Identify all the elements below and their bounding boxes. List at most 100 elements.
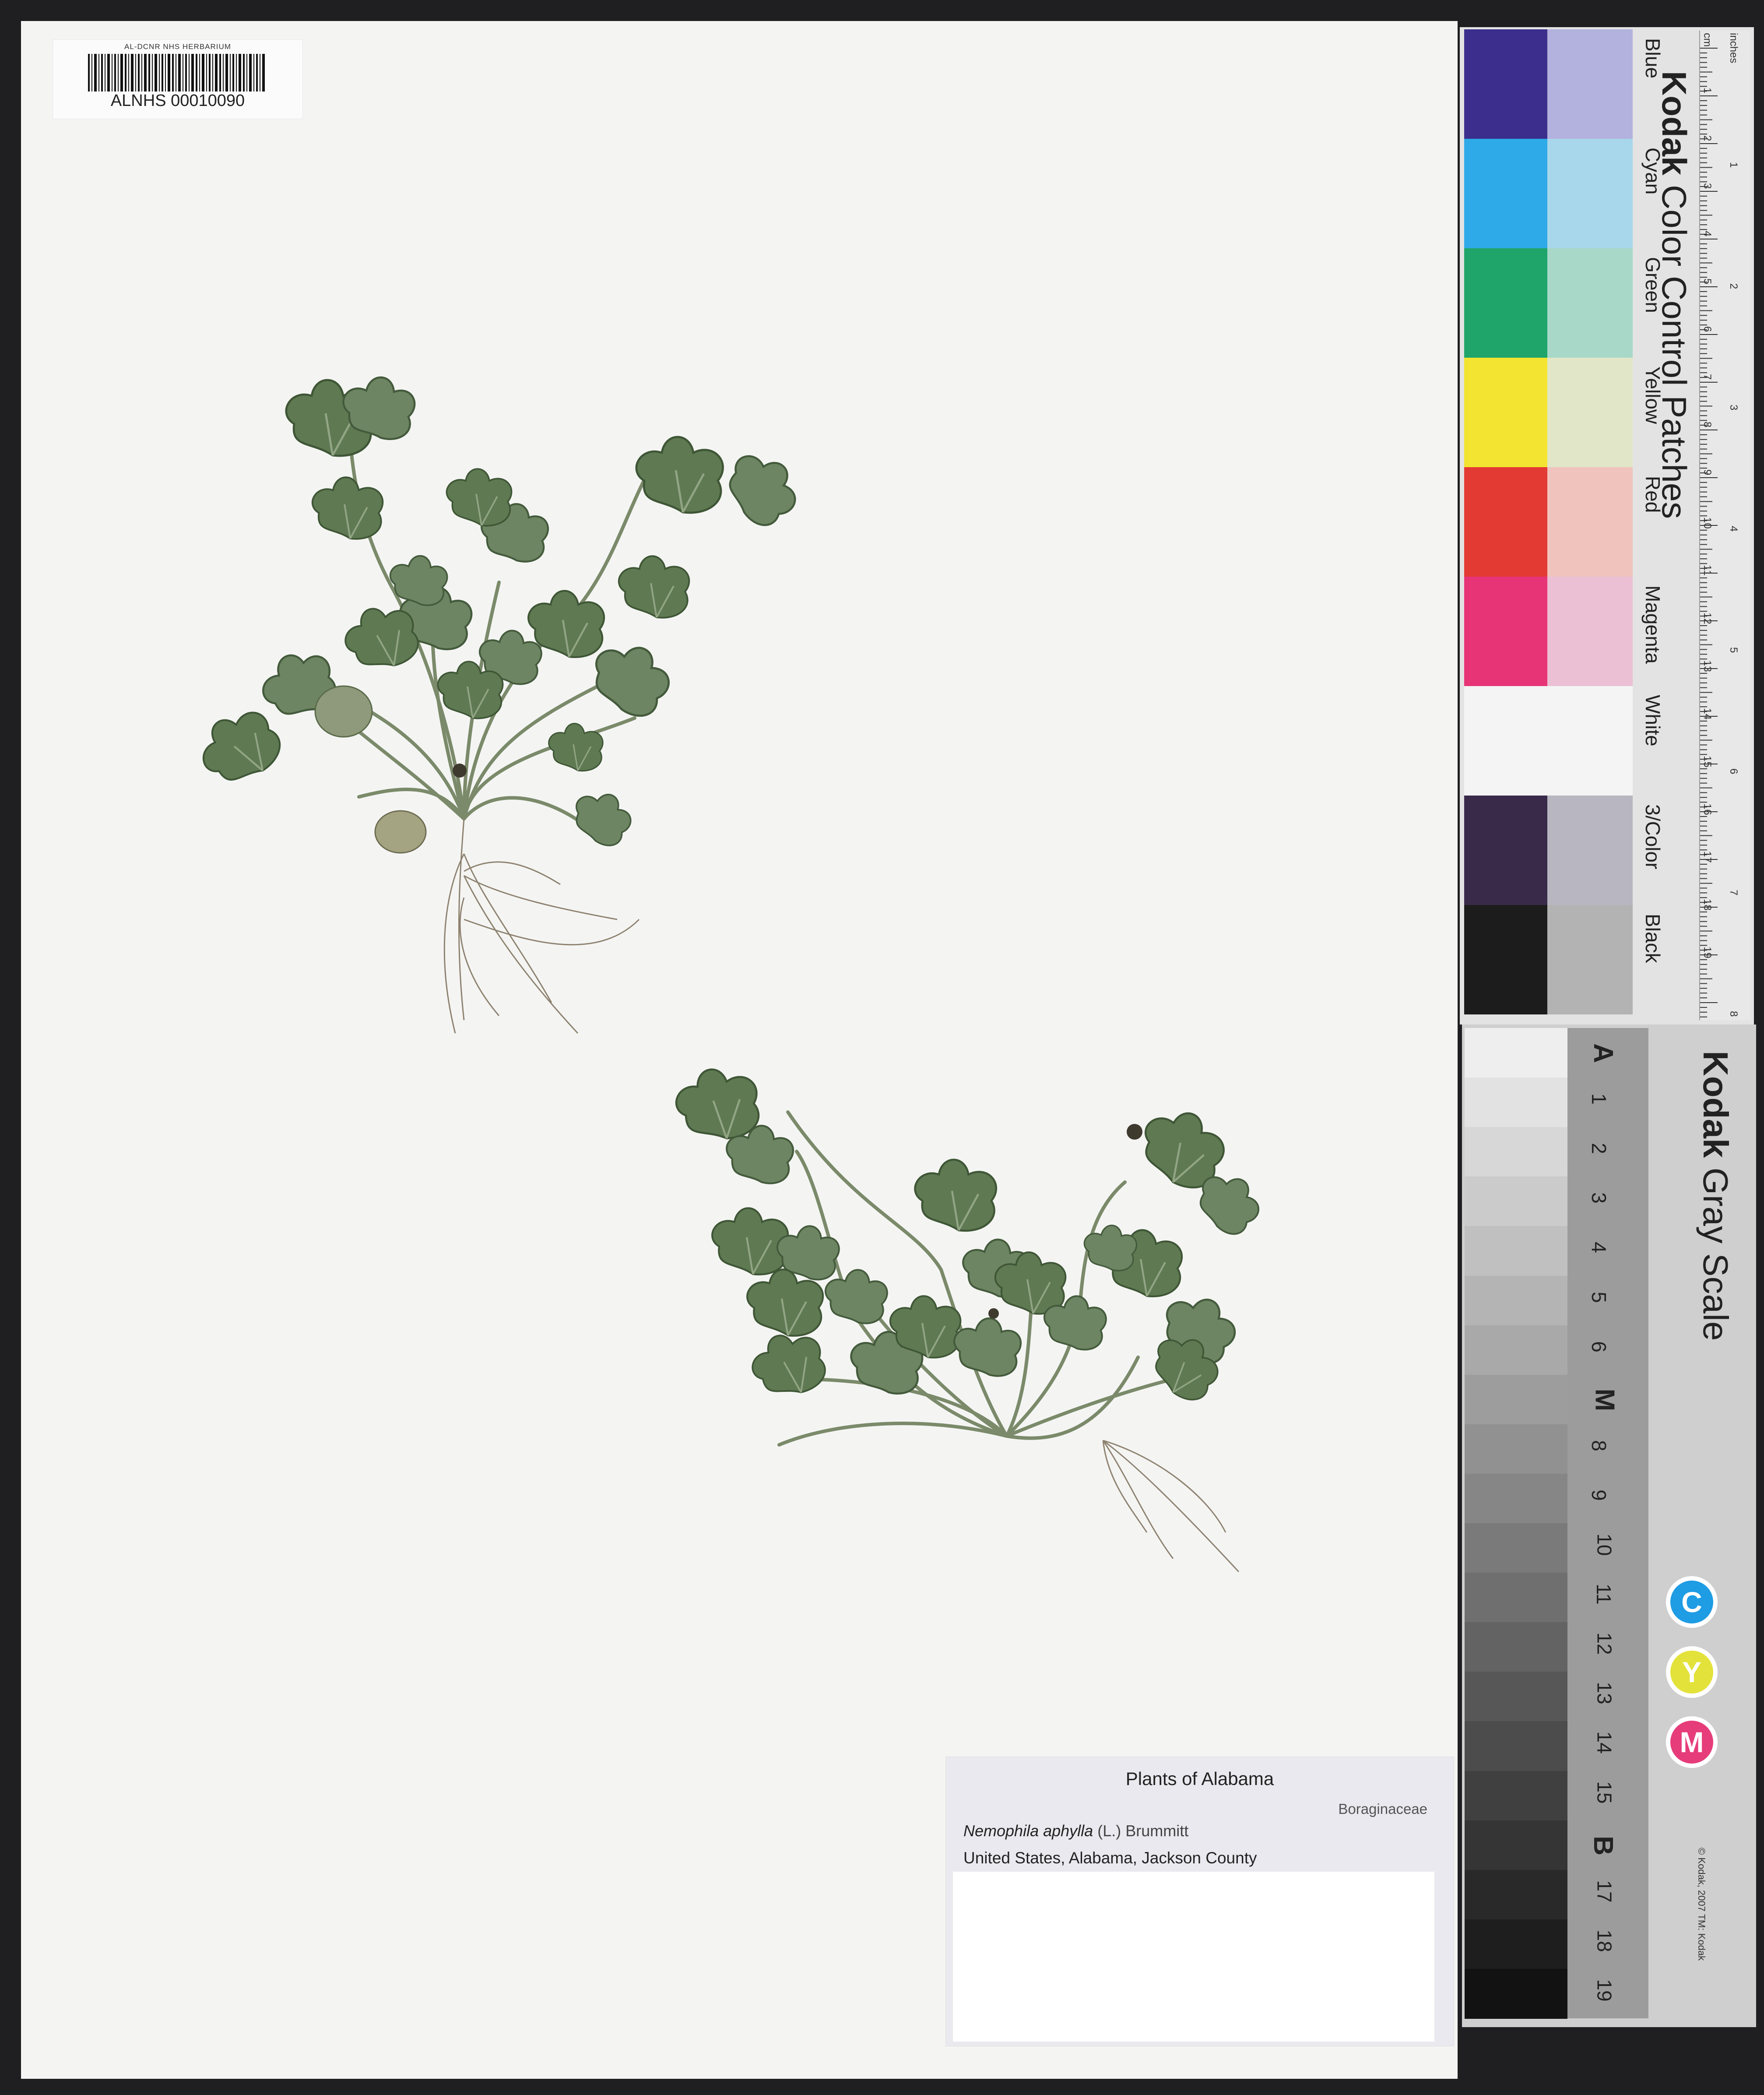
color-patch-label: White: [1641, 695, 1664, 746]
ruler-number-cm: 8: [1701, 422, 1713, 428]
gray-step-label: 13: [1593, 1682, 1616, 1704]
color-patch-label: Magenta: [1641, 585, 1664, 664]
gray-step-label: 3: [1587, 1192, 1610, 1204]
ruler-unit-cm: cm: [1701, 33, 1713, 47]
color-patch-yellow-light: [1547, 358, 1633, 467]
color-patch-magenta-dark: [1464, 577, 1550, 686]
gray-label-strip: [1567, 1028, 1648, 2018]
lower-plant: [671, 1062, 1269, 1573]
color-patch-blue-light: [1547, 29, 1633, 139]
color-patch-green-dark: [1464, 248, 1550, 358]
redacted-area: [953, 1872, 1434, 2042]
color-patch-3-color-light: [1547, 796, 1633, 905]
taxon-name: Nemophila aphylla: [963, 1822, 1093, 1840]
color-patch-3-color-dark: [1464, 796, 1550, 905]
color-patch-label: Black: [1641, 914, 1664, 963]
ruler-number-inch: 4: [1728, 526, 1739, 532]
taxon: Nemophila aphylla (L.) Brummitt: [963, 1822, 1188, 1840]
color-patch-label: 3/Color: [1641, 804, 1664, 870]
ruler-number-inch: 6: [1728, 768, 1739, 775]
color-patch-cyan-dark: [1464, 139, 1550, 248]
color-patch-green-light: [1547, 248, 1633, 358]
gray-step: [1465, 1968, 1567, 2019]
gray-step: [1465, 1176, 1567, 1227]
gray-card-title: Kodak Gray Scale: [1695, 1051, 1736, 1341]
ruler-number-cm: 16: [1701, 803, 1713, 815]
color-patch-red-light: [1547, 467, 1633, 577]
ruler-number-cm: 2: [1701, 135, 1713, 141]
color-patch-blue-dark: [1464, 29, 1550, 139]
gray-step-label: 2: [1587, 1143, 1610, 1154]
ruler-unit-inches: inches: [1728, 33, 1739, 63]
specimen-label: Plants of Alabama Boraginaceae Nemophila…: [945, 1757, 1454, 2046]
cym-circle-y: Y: [1666, 1646, 1718, 1698]
gray-step: [1465, 1226, 1567, 1276]
ruler-number-cm: 17: [1701, 851, 1713, 863]
gray-step-label: 10: [1593, 1533, 1616, 1556]
gray-step-label: M: [1589, 1388, 1620, 1412]
gray-step: [1465, 1672, 1567, 1722]
color-patch-label: Yellow: [1641, 366, 1664, 424]
family-name: Boraginaceae: [1338, 1801, 1427, 1817]
ruler-number-cm: 1: [1701, 88, 1713, 94]
gray-card-title-text: Gray Scale: [1696, 1167, 1735, 1341]
gray-step: [1465, 1275, 1567, 1326]
gray-card-brand: Kodak: [1696, 1051, 1735, 1158]
gray-step: [1465, 1622, 1567, 1672]
ruler-number-inch: 7: [1728, 890, 1739, 896]
color-patch-label: Blue: [1641, 38, 1664, 79]
gray-step-label: 1: [1587, 1093, 1610, 1105]
ruler-number-cm: 11: [1701, 565, 1713, 576]
color-patch-label: Green: [1641, 257, 1664, 313]
color-patch-black-light: [1547, 905, 1633, 1014]
ruler-number-cm: 7: [1701, 374, 1713, 380]
color-patch-yellow-dark: [1464, 358, 1550, 467]
label-title: Plants of Alabama: [1125, 1768, 1274, 1789]
ruler: cm inches 1 2 3 4 5 6 7 8 9 10 11 12 13 14 15 16 17 18 19 1 2 3…: [1699, 31, 1750, 1099]
gray-step-label: 15: [1593, 1781, 1616, 1804]
gray-step-label: 8: [1587, 1440, 1610, 1451]
gray-step: [1465, 1820, 1567, 1870]
gray-step: [1465, 1424, 1567, 1474]
color-patch-cyan-light: [1547, 139, 1633, 248]
gray-step-label: 12: [1593, 1632, 1616, 1655]
gray-card-copyright: © Kodak, 2007 TM: Kodak: [1696, 1848, 1707, 1961]
gray-step: [1465, 1077, 1567, 1128]
gray-step: [1465, 1028, 1567, 1078]
ruler-number-cm: 12: [1701, 613, 1713, 624]
ruler-number-inch: 5: [1728, 647, 1739, 653]
ruler-number-cm: 14: [1701, 708, 1713, 720]
gray-step: [1465, 1523, 1567, 1573]
gray-step: [1465, 1721, 1567, 1771]
cym-circle-c: C: [1666, 1576, 1718, 1628]
gray-step: [1465, 1870, 1567, 1920]
taxon-author: (L.) Brummitt: [1097, 1822, 1189, 1840]
ruler-number-inch: 1: [1728, 162, 1739, 168]
gray-step: [1465, 1325, 1567, 1375]
locality: United States, Alabama, Jackson County: [963, 1849, 1257, 1867]
ruler-number-inch: 3: [1728, 405, 1739, 411]
gray-step: [1465, 1573, 1567, 1623]
gray-step-label: 11: [1592, 1584, 1615, 1605]
gray-scale-card: Kodak Gray Scale A 1 2 3 4 5 6 M 8 9 10 11 12 13 14 15 B…: [1462, 1025, 1756, 2027]
gray-step-label: 17: [1593, 1880, 1616, 1903]
ruler-number-cm: 4: [1701, 231, 1713, 237]
color-patch-label: Cyan: [1641, 148, 1664, 195]
gray-step: [1465, 1374, 1567, 1425]
ruler-number-cm: 18: [1701, 899, 1713, 911]
ruler-number-cm: 13: [1701, 660, 1713, 672]
gray-step-label: 18: [1593, 1930, 1616, 1952]
gray-step: [1465, 1771, 1567, 1821]
color-patch-white-light: [1547, 686, 1633, 796]
color-card-title-text: Color Control Patches: [1655, 185, 1694, 519]
gray-step: [1465, 1919, 1567, 1969]
color-patch-label: Red: [1641, 476, 1664, 513]
gray-step: [1465, 1127, 1567, 1177]
color-patch-black-dark: [1464, 905, 1550, 1014]
upper-plant: [189, 377, 809, 1034]
color-patch-white-dark: [1464, 686, 1550, 796]
ruler-number-inch: 2: [1728, 283, 1739, 289]
cym-circle-m: M: [1666, 1716, 1718, 1768]
ruler-number-cm: 10: [1701, 517, 1713, 529]
ruler-number-cm: 15: [1701, 756, 1713, 768]
